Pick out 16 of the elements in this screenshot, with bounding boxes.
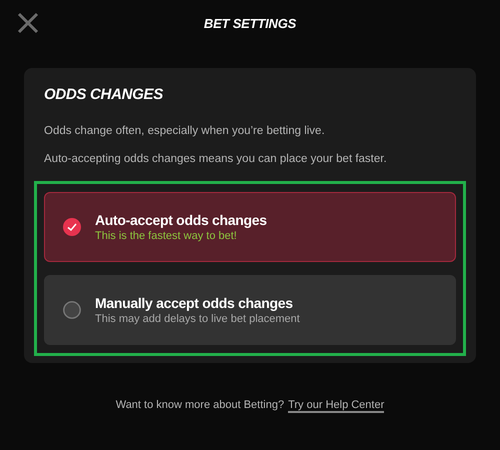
radio-unchecked-icon[interactable] [63,301,81,319]
option-card[interactable]: Auto-accept odds changes This is the fastest way to bet! [44,192,456,262]
footer-text: Want to know more about Betting? [116,399,284,413]
dialog-title: BET SETTINGS [204,16,296,30]
option-subtitle: This is the fastest way to bet! [95,230,238,242]
option-title: Auto-accept odds changes [95,212,267,228]
close-button[interactable] [16,11,40,35]
help-center-link[interactable]: Try our Help Center [288,399,384,413]
radio-checked-icon[interactable] [63,218,81,236]
description-text: Odds change often, especially when you’re betting live. [44,125,326,137]
close-icon [16,11,40,35]
description-text: Auto-accepting odds changes means you can place your bet faster. [44,153,388,165]
option-title: Manually accept odds changes [95,295,294,311]
option-subtitle: This may add delays to live bet placement [95,313,300,325]
option-card[interactable]: Manually accept odds changes This may add delays to live bet placement [44,275,456,345]
section-heading: ODDS CHANGES [44,86,164,103]
